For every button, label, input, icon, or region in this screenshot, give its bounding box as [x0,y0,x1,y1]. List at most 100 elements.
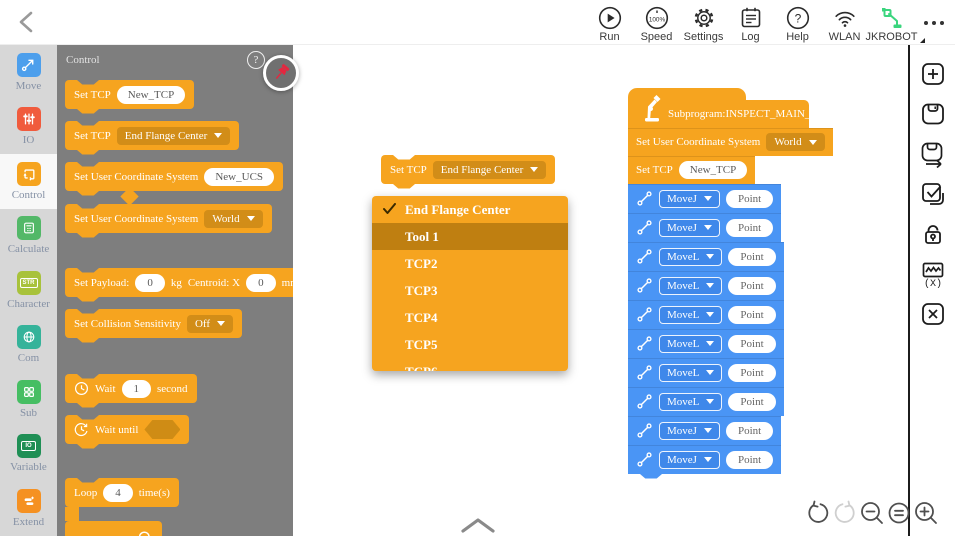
check-select-button[interactable] [919,180,947,208]
sidebar-item-calculate[interactable]: Calculate [0,209,57,264]
toolbox-block-set-tcp-dropdown[interactable]: Set TCP End Flange Center [65,121,239,150]
run-button[interactable]: Run [586,0,633,45]
move-type-dropdown[interactable]: MoveJ [659,422,720,440]
wlan-button[interactable]: WLAN [821,0,868,45]
toolbox-block-collision-sensitivity[interactable]: Set Collision Sensitivity Off [65,309,242,338]
ucs-name-field[interactable]: New_UCS [204,168,274,186]
menu-item-tcp5[interactable]: TCP5 [372,331,568,358]
toolbox-block-set-tcp-new[interactable]: Set TCP New_TCP [65,80,194,109]
program-move-block[interactable]: MoveJ Point [628,416,781,445]
program-move-block[interactable]: MoveL Point [628,358,784,387]
menu-item-tcp4[interactable]: TCP4 [372,304,568,331]
back-button[interactable] [16,10,40,34]
save-as-button[interactable] [919,140,947,168]
program-move-block[interactable]: MoveL Point [628,300,784,329]
help-button[interactable]: ? Help [774,0,821,45]
program-block-set-ucs[interactable]: Set User Coordinate System World [628,128,833,156]
toolbox-block-wait-until[interactable]: Wait until [65,415,189,444]
sidebar-item-variable[interactable]: IO Variable [0,427,57,482]
toolbox-block-wait[interactable]: Wait 1 second [65,374,197,403]
payload-kg-field[interactable]: 0 [135,274,165,292]
trace-monitor-button[interactable]: (X) [919,260,947,288]
point-button[interactable]: Point [728,277,775,295]
menu-item-end-flange-center[interactable]: End Flange Center [372,196,568,223]
program-move-block[interactable]: MoveL Point [628,242,784,271]
point-button[interactable]: Point [728,364,775,382]
tcp-dropdown[interactable]: End Flange Center [117,127,230,145]
menu-item-tool-1[interactable]: Tool 1 [372,223,568,250]
menu-item-tcp3[interactable]: TCP3 [372,277,568,304]
move-type-dropdown[interactable]: MoveJ [659,451,720,469]
lock-button[interactable] [919,220,947,248]
loop-count-field[interactable]: 4 [103,484,133,502]
zoom-reset-icon[interactable] [886,500,912,526]
point-button[interactable]: Point [726,422,773,440]
save-icon [919,100,947,128]
menu-item-tcp2[interactable]: TCP2 [372,250,568,277]
move-type-dropdown[interactable]: MoveJ [659,219,720,237]
save-button[interactable] [919,100,947,128]
loop-footer[interactable] [65,521,162,536]
toolbox-block-set-ucs-dropdown[interactable]: Set User Coordinate System World [65,204,272,233]
point-button[interactable]: Point [726,190,773,208]
tcp-name-field[interactable]: New_TCP [679,161,747,179]
loop-header[interactable]: Loop 4 time(s) [65,478,179,507]
sidebar-item-move[interactable]: Move [0,45,57,100]
undo-icon[interactable] [805,500,831,526]
move-type-dropdown[interactable]: MoveL [659,364,722,382]
ucs-dropdown[interactable]: World [204,210,262,228]
point-button[interactable]: Point [728,248,775,266]
program-move-block[interactable]: MoveJ Point [628,445,781,474]
point-button[interactable]: Point [728,306,775,324]
move-type-dropdown[interactable]: MoveL [659,393,722,411]
sidebar-item-io[interactable]: IO [0,100,57,155]
close-delete-button[interactable] [919,300,947,328]
log-button[interactable]: Log [727,0,774,45]
speed-icon: 100% [644,5,670,31]
block-label: Wait until [95,424,138,436]
toolbox-help-button[interactable]: ? [247,51,265,69]
new-program-button[interactable] [919,60,947,88]
program-move-block[interactable]: MoveJ Point [628,184,781,213]
toolbox-block-set-ucs-new[interactable]: Set User Coordinate System New_UCS [65,162,283,191]
move-type-dropdown[interactable]: MoveL [659,248,722,266]
jkrobot-button[interactable]: JKROBOT [868,0,915,45]
move-type-dropdown[interactable]: MoveL [659,277,722,295]
redo-icon[interactable] [832,500,858,526]
ucs-dropdown[interactable]: World [766,133,824,151]
condition-slot[interactable] [144,420,180,439]
centroid-x-field[interactable]: 0 [246,274,276,292]
move-type-dropdown[interactable]: MoveL [659,335,722,353]
block-label: kg [171,277,182,289]
point-button[interactable]: Point [728,393,775,411]
canvas-tcp-dropdown[interactable]: End Flange Center [433,161,546,179]
program-block-set-tcp[interactable]: Set TCP New_TCP [628,156,755,184]
sidebar-item-com[interactable]: Com [0,318,57,373]
canvas-block-set-tcp[interactable]: Set TCP End Flange Center [381,155,555,184]
sidebar-item-extend[interactable]: Extend [0,481,57,536]
settings-button[interactable]: Settings [680,0,727,45]
sidebar-item-character[interactable]: STR Character [0,263,57,318]
pin-toolbox-button[interactable] [263,55,299,91]
toolbox-block-set-payload[interactable]: Set Payload: 0 kg Centroid: X 0 mm Y [65,268,293,297]
speed-button[interactable]: 100% Speed [633,0,680,45]
sidebar-item-control[interactable]: Control [0,154,57,209]
move-type-dropdown[interactable]: MoveL [659,306,722,324]
point-button[interactable]: Point [726,451,773,469]
point-button[interactable]: Point [726,219,773,237]
wait-seconds-field[interactable]: 1 [122,380,152,398]
program-move-block[interactable]: MoveJ Point [628,213,781,242]
program-move-block[interactable]: MoveL Point [628,387,784,416]
sidebar-item-sub[interactable]: Sub [0,372,57,427]
zoom-in-icon[interactable] [913,500,939,526]
collision-dropdown[interactable]: Off [187,315,233,333]
tcp-name-field[interactable]: New_TCP [117,86,185,104]
program-move-block[interactable]: MoveL Point [628,329,784,358]
point-button[interactable]: Point [728,335,775,353]
menu-item-tcp6[interactable]: TCP6 [372,358,568,371]
bottom-drawer-toggle[interactable] [460,517,496,536]
subprogram-label: Subprogram:INSPECT_MAIN_140 [668,108,827,120]
zoom-out-icon[interactable] [859,500,885,526]
program-move-block[interactable]: MoveL Point [628,271,784,300]
move-type-dropdown[interactable]: MoveJ [659,190,720,208]
